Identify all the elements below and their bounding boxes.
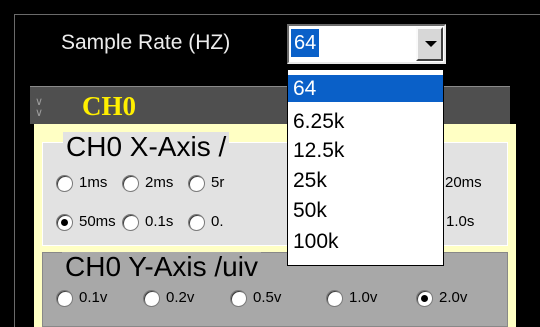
sample-rate-option[interactable]: 64 [288,75,443,102]
x-label-0.2s: 0. [211,213,224,230]
sample-rate-label: Sample Rate (HZ) [61,31,231,54]
x-axis-title: CH0 X-Axis / [63,132,230,162]
y-axis-title: CH0 Y-Axis /uiv [62,252,261,282]
x-label-0.1s: 0.1s [145,213,174,230]
x-label-1.0s: 1.0s [446,213,475,230]
chevron-down-icon [425,41,437,47]
sample-rate-option[interactable]: 50k [288,197,443,224]
y-label-0.1v: 0.1v [79,289,108,306]
dropdown-arrow-button[interactable] [416,27,443,61]
y-label-0.2v: 0.2v [166,289,195,306]
sample-rate-select[interactable]: 64 [287,24,446,64]
sample-rate-selected-value: 64 [291,29,320,57]
x-radio-50ms[interactable] [56,214,73,231]
x-radio-1ms[interactable] [56,175,73,192]
sample-rate-option[interactable]: 25k [288,167,443,194]
y-radio-0.1v[interactable] [56,290,73,307]
sample-rate-option[interactable]: 12.5k [288,137,443,164]
ch0-title: CH0 [82,91,136,121]
x-label-5ms: 5r [211,174,225,191]
y-label-0.5v: 0.5v [253,289,282,306]
x-label-2ms: 2ms [145,174,174,191]
x-radio-2ms[interactable] [122,175,139,192]
y-radio-0.5v[interactable] [230,290,247,307]
sample-rate-option[interactable]: 100k [288,228,443,255]
y-label-2.0v: 2.0v [439,289,468,306]
y-radio-1.0v[interactable] [326,290,343,307]
y-label-1.0v: 1.0v [349,289,378,306]
x-label-50ms: 50ms [79,213,116,230]
sample-rate-dropdown-list[interactable]: 64 6.25k 12.5k 25k 50k 100k [287,69,444,266]
x-radio-0.2s[interactable] [188,214,205,231]
x-radio-0.1s[interactable] [122,214,139,231]
y-radio-2.0v[interactable] [416,290,433,307]
collapse-chevron-icon[interactable]: ∨ ∨ [35,97,43,119]
x-label-20ms: 20ms [445,174,482,191]
x-label-1ms: 1ms [79,174,108,191]
sample-rate-option[interactable]: 6.25k [288,108,443,135]
x-radio-5ms[interactable] [188,175,205,192]
y-radio-0.2v[interactable] [143,290,160,307]
